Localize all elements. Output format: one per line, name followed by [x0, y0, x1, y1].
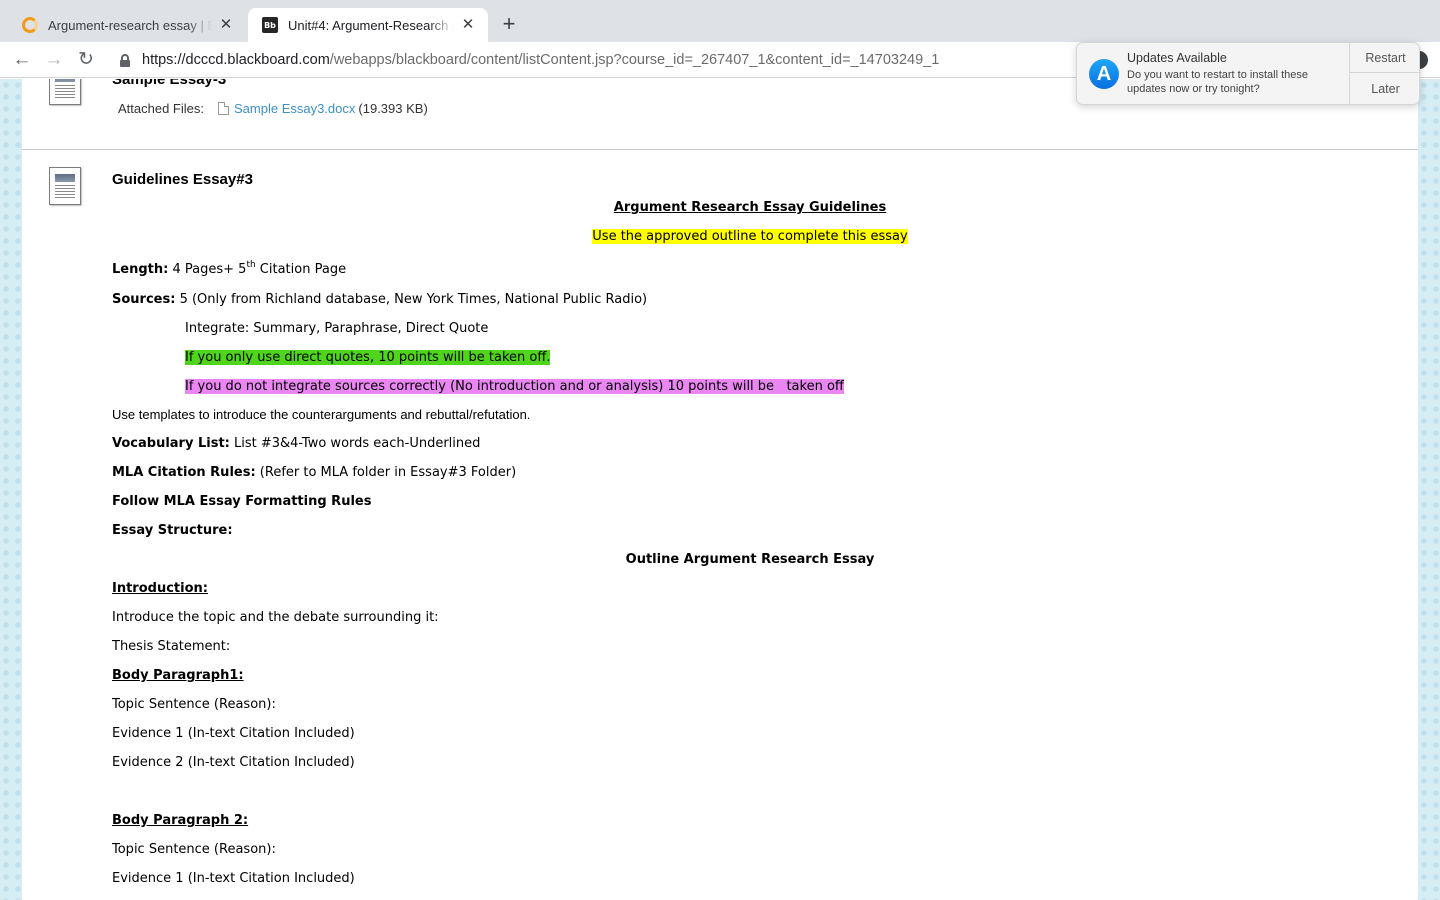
content-list: Sample Essay-3 Attached Files: Sample Es… [22, 79, 1418, 900]
orange-ring-icon [22, 17, 38, 33]
notification-title: Updates Available [1127, 51, 1227, 65]
mla-citation-row: MLA Citation Rules: (Refer to MLA folder… [112, 465, 517, 480]
essay-structure-row: Essay Structure: [112, 523, 233, 538]
body2-topic-sentence: Topic Sentence (Reason): [112, 842, 276, 857]
body1-evidence-1: Evidence 1 (In-text Citation Included) [112, 726, 355, 741]
restart-button[interactable]: Restart [1350, 43, 1421, 73]
vocabulary-row: Vocabulary List: List #3&4-Two words eac… [112, 436, 481, 451]
divider [22, 149, 1418, 150]
updates-notification: A Updates Available Do you want to resta… [1076, 42, 1421, 105]
attached-files-row: Attached Files: Sample Essay3.docx (19.3… [118, 101, 428, 116]
highlight-note: Use the approved outline to complete thi… [592, 229, 908, 244]
file-size: (19.393 KB) [358, 101, 428, 116]
body-paragraph-1-heading: Body Paragraph1: [112, 668, 244, 683]
follow-mla-row: Follow MLA Essay Formatting Rules [112, 494, 372, 509]
forward-arrow-icon[interactable]: → [42, 48, 66, 72]
item-title-sample-essay[interactable]: Sample Essay-3 [112, 79, 226, 88]
app-store-icon: A [1089, 59, 1119, 89]
lock-icon [120, 53, 130, 67]
outline-title: Outline Argument Research Essay [625, 552, 875, 567]
introduction-topic: Introduce the topic and the debate surro… [112, 610, 439, 625]
document-icon [49, 79, 81, 105]
guidelines-heading: Argument Research Essay Guidelines [613, 200, 887, 215]
close-icon[interactable]: ✕ [218, 17, 234, 33]
tab-strip: Argument-research essay | Eng ✕ Bb Unit#… [0, 0, 1440, 42]
back-arrow-icon[interactable]: ← [10, 48, 34, 72]
tab-title: Argument-research essay | Eng [48, 17, 212, 33]
document-icon [49, 167, 81, 205]
new-tab-button[interactable]: + [498, 13, 520, 35]
tab-title: Unit#4: Argument-Research Es [288, 17, 454, 33]
integrate-row: Integrate: Summary, Paraphrase, Direct Q… [185, 321, 489, 336]
background-pattern-right [1418, 79, 1440, 900]
thesis-statement: Thesis Statement: [112, 639, 231, 654]
templates-note: Use templates to introduce the counterar… [112, 407, 531, 422]
warning-direct-quotes: If you only use direct quotes, 10 points… [185, 350, 551, 365]
close-icon[interactable]: ✕ [460, 17, 476, 33]
body1-topic-sentence: Topic Sentence (Reason): [112, 697, 276, 712]
warning-integrate-sources: If you do not integrate sources correctl… [185, 379, 844, 394]
page-viewport: Sample Essay-3 Attached Files: Sample Es… [0, 79, 1440, 900]
body2-evidence-1: Evidence 1 (In-text Citation Included) [112, 871, 355, 886]
sources-row: Sources: 5 (Only from Richland database,… [112, 292, 648, 307]
notification-actions: Restart Later [1349, 43, 1421, 104]
item-title-guidelines[interactable]: Guidelines Essay#3 [112, 171, 253, 188]
blackboard-icon: Bb [262, 17, 278, 33]
later-button[interactable]: Later [1350, 74, 1421, 104]
url-path: /webapps/blackboard/content/listContent.… [329, 52, 940, 68]
background-pattern-left [0, 79, 22, 900]
tab-unit4-argument-research[interactable]: Bb Unit#4: Argument-Research Es ✕ [248, 8, 488, 42]
file-link[interactable]: Sample Essay3.docx [234, 101, 355, 116]
length-row: Length: 4 Pages+ 5th Citation Page [112, 260, 347, 278]
attached-files-label: Attached Files: [118, 101, 204, 116]
body1-evidence-2: Evidence 2 (In-text Citation Included) [112, 755, 355, 770]
body-paragraph-2-heading: Body Paragraph 2: [112, 813, 249, 828]
url-host: https://dcccd.blackboard.com [142, 52, 330, 68]
reload-icon[interactable]: ↻ [74, 48, 98, 72]
introduction-heading: Introduction: [112, 581, 208, 596]
file-icon [218, 102, 229, 115]
tab-argument-research-essay[interactable]: Argument-research essay | Eng ✕ [8, 8, 246, 42]
notification-body: Do you want to restart to install these … [1127, 69, 1308, 95]
